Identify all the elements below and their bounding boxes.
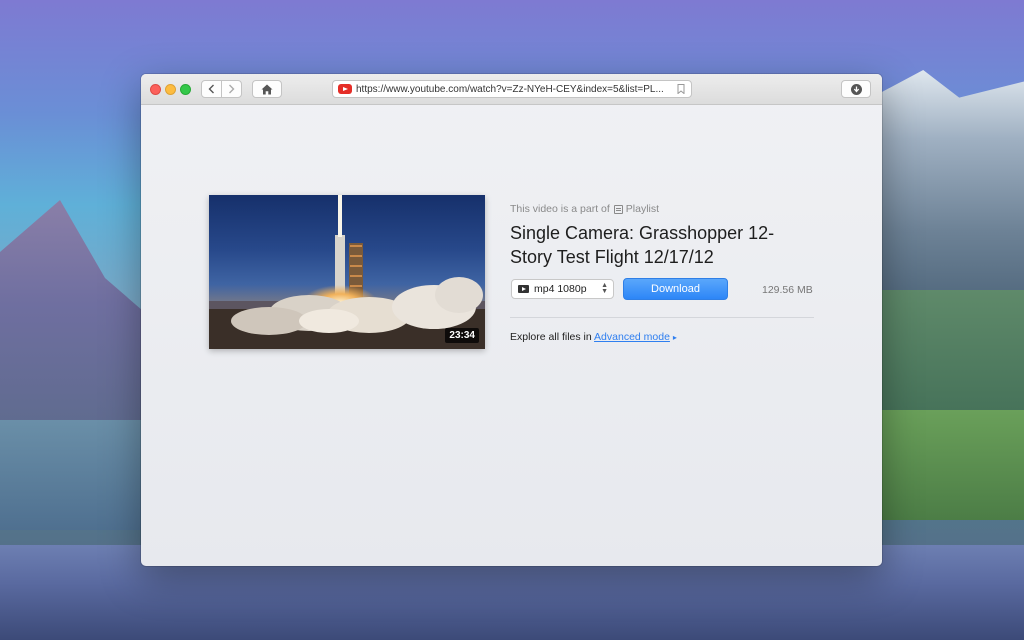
playlist-note-prefix: This video is a part of bbox=[510, 203, 610, 215]
forward-button[interactable] bbox=[221, 80, 242, 98]
explore-row: Explore all files in Advanced mode ▸ bbox=[510, 331, 677, 343]
bookmark-icon[interactable] bbox=[677, 84, 685, 94]
toolbar: https://www.youtube.com/watch?v=Zz-NYeH-… bbox=[141, 74, 882, 105]
video-title: Single Camera: Grasshopper 12-Story Test… bbox=[510, 223, 775, 267]
playlist-icon bbox=[613, 204, 623, 214]
chevron-updown-icon: ▲ ▼ bbox=[601, 282, 608, 295]
chevron-left-icon bbox=[208, 84, 214, 94]
download-circle-icon bbox=[850, 83, 862, 95]
download-button[interactable]: Download bbox=[623, 278, 728, 300]
desktop-hills-left bbox=[0, 420, 150, 530]
caret-right-icon: ▸ bbox=[672, 333, 677, 342]
chevron-right-icon bbox=[229, 84, 235, 94]
playlist-label: Playlist bbox=[625, 203, 660, 215]
format-select-value: mp4 1080p bbox=[534, 283, 587, 295]
url-bar[interactable]: https://www.youtube.com/watch?v=Zz-NYeH-… bbox=[332, 80, 692, 98]
url-text: https://www.youtube.com/watch?v=Zz-NYeH-… bbox=[356, 83, 664, 95]
divider bbox=[510, 317, 814, 318]
home-icon bbox=[261, 84, 273, 94]
file-size: 129.56 MB bbox=[762, 284, 813, 296]
desktop-meadow-right bbox=[880, 410, 1024, 520]
close-window-button[interactable] bbox=[150, 84, 161, 95]
advanced-mode-link[interactable]: Advanced mode bbox=[594, 331, 670, 343]
video-duration-badge: 23:34 bbox=[445, 328, 479, 343]
desktop-mountain-right bbox=[880, 70, 1024, 300]
video-format-icon bbox=[518, 285, 529, 293]
playlist-note: This video is a part of Playlist bbox=[510, 203, 659, 215]
explore-prefix: Explore all files in bbox=[510, 331, 592, 343]
zoom-window-button[interactable] bbox=[180, 84, 191, 95]
home-button[interactable] bbox=[252, 80, 282, 98]
format-select[interactable]: mp4 1080p ▲ ▼ bbox=[511, 279, 614, 299]
minimize-window-button[interactable] bbox=[165, 84, 176, 95]
youtube-icon bbox=[338, 84, 352, 94]
desktop-forest-right bbox=[880, 290, 1024, 410]
rocket-launch-image bbox=[209, 195, 485, 349]
downloads-button[interactable] bbox=[841, 80, 871, 98]
app-window: https://www.youtube.com/watch?v=Zz-NYeH-… bbox=[141, 74, 882, 566]
video-thumbnail[interactable]: 23:34 bbox=[209, 195, 485, 349]
back-button[interactable] bbox=[201, 80, 222, 98]
